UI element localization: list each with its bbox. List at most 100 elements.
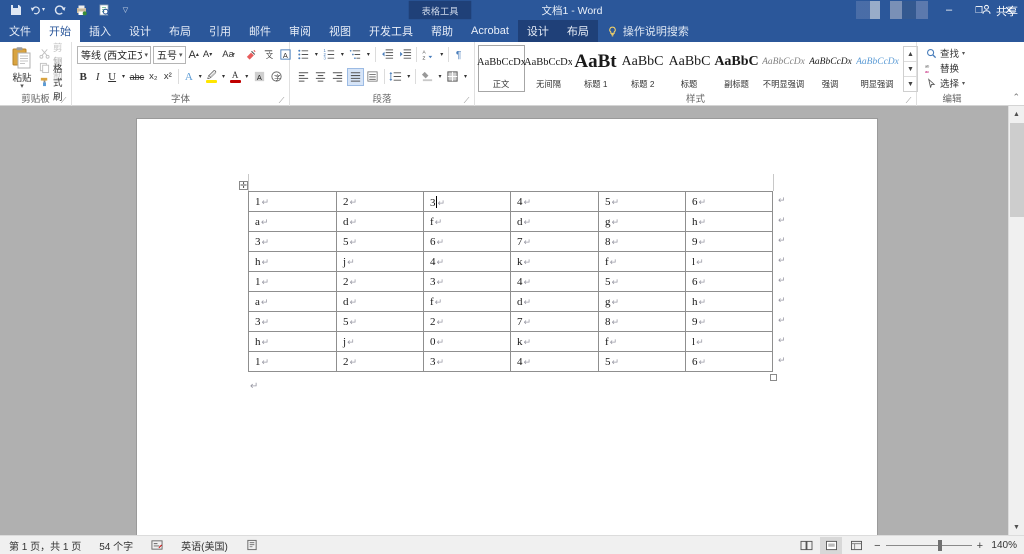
scroll-up-icon[interactable]: ▲ [1009,106,1024,122]
print-layout-view-button[interactable] [820,537,843,554]
table-cell[interactable]: f↵ [598,251,686,272]
document-table[interactable]: 1↵ 2↵ 3 ↵ 4↵ 5↵ 6↵ a↵ d↵ f↵ d↵ g↵ h↵ 3↵ 5↵ 6↵ 7↵ 8↵ 9↵ h↵ j↵… [248,191,773,372]
redo-icon[interactable] [52,3,67,18]
table-cell[interactable]: 2↵ [336,271,424,292]
sort-icon[interactable]: AZ [420,46,437,64]
paste-button[interactable]: 粘贴 ▾ [5,45,39,90]
tab-layout[interactable]: 布局 [160,20,200,42]
shading-dropdown-arrow[interactable]: ▾ [437,68,444,86]
zoom-track[interactable] [885,540,972,551]
table-row[interactable]: h↵ j↵ 0↵ k↵ f↵ l↵ [248,331,773,352]
table-cell[interactable]: 7↵ [510,231,599,252]
find-button[interactable]: 查找 ▾ [925,46,965,60]
change-case-icon[interactable]: Aa ▾ [221,46,236,64]
table-cell[interactable]: g↵ [598,211,686,232]
table-cell[interactable]: 4↵ [423,251,511,272]
bullets-icon[interactable] [295,46,312,64]
table-cell[interactable]: 3↵ [423,191,511,212]
font-color-icon[interactable]: A [229,68,242,86]
style-item-intense-emphasis[interactable]: AaBbCcDx 明显强调 [854,45,901,92]
table-resize-handle[interactable] [770,374,777,381]
tell-me-search[interactable]: 操作说明搜索 [598,20,698,42]
style-item-subtitle[interactable]: AaBbC 副标题 [713,45,760,92]
table-cell[interactable]: 5↵ [598,191,686,212]
select-dropdown-arrow[interactable]: ▾ [962,80,965,87]
style-item-no-spacing[interactable]: AaBbCcDx 无间隔 [524,45,573,92]
quick-print-icon[interactable] [74,3,89,18]
table-cell[interactable]: j↵ [336,251,424,272]
subscript-icon[interactable]: x₂ [147,68,159,86]
undo-icon[interactable]: ▾ [30,3,45,18]
table-cell[interactable]: a↵ [248,291,337,312]
table-cell[interactable]: 6↵ [423,231,511,252]
table-cell[interactable]: 2↵ [336,351,424,372]
table-row[interactable]: 3↵ 5↵ 2↵ 7↵ 8↵ 9↵ [248,311,773,332]
table-cell[interactable]: 8↵ [598,311,686,332]
table-row[interactable]: a↵ d↵ f↵ d↵ g↵ h↵ [248,291,773,312]
text-highlight-dropdown-arrow[interactable]: ▾ [220,68,226,86]
share-button[interactable]: 共享 [981,1,1018,21]
table-cell[interactable]: 3↵ [423,271,511,292]
borders-icon[interactable] [445,68,461,86]
read-mode-view-button[interactable] [795,537,817,554]
table-cell[interactable]: 5↵ [598,351,686,372]
character-shading-icon[interactable]: A [252,68,267,86]
table-cell[interactable]: h↵ [685,291,773,312]
font-color-dropdown-arrow[interactable]: ▾ [244,68,250,86]
print-preview-icon[interactable] [96,3,111,18]
zoom-in-button[interactable]: + [977,540,983,552]
numbering-dropdown-arrow[interactable]: ▾ [339,46,346,64]
customize-qat-icon[interactable]: ▽ [118,3,133,18]
paste-dropdown-arrow[interactable]: ▾ [20,83,24,90]
tab-mailings[interactable]: 邮件 [240,20,280,42]
table-cell[interactable]: 7↵ [510,311,599,332]
tab-developer[interactable]: 开发工具 [360,20,422,42]
table-cell[interactable]: 3↵ [423,351,511,372]
table-cell[interactable]: d↵ [336,291,424,312]
table-cell[interactable]: 3↵ [248,231,337,252]
table-cell[interactable]: l↵ [685,331,773,352]
table-cell[interactable]: 6↵ [685,191,773,212]
table-cell[interactable]: j↵ [336,331,424,352]
table-move-handle[interactable]: ✛ [239,181,248,190]
text-highlight-icon[interactable]: 🖉 [205,68,218,86]
table-cell[interactable]: 9↵ [685,311,773,332]
zoom-level[interactable]: 140% [990,540,1020,551]
zoom-slider[interactable]: − + [874,540,983,552]
decrease-indent-icon[interactable] [379,46,396,64]
table-row[interactable]: 3↵ 5↵ 6↵ 7↵ 8↵ 9↵ [248,231,773,252]
table-cell[interactable]: f↵ [423,211,511,232]
table-cell[interactable]: 2↵ [336,191,424,212]
page-indicator[interactable]: 第 1 页，共 1 页 [0,536,90,554]
line-spacing-dropdown-arrow[interactable]: ▾ [405,68,412,86]
styles-dialog-launcher[interactable]: ⟋ [904,96,913,105]
style-item-title[interactable]: AaBbC 标题 [666,45,713,92]
table-row[interactable]: 1↵2↵3↵4↵5↵6↵ [248,351,773,372]
table-cell[interactable]: 5↵ [336,311,424,332]
table-cell[interactable]: f↵ [423,291,511,312]
style-item-heading-1[interactable]: AaBt 标题 1 [572,45,619,92]
table-cell[interactable]: 4↵ [510,191,599,212]
borders-dropdown-arrow[interactable]: ▾ [462,68,469,86]
increase-indent-icon[interactable] [397,46,414,64]
strikethrough-icon[interactable]: abc [129,68,146,86]
table-row[interactable]: 1↵2↵3↵4↵5↵6↵ [248,191,773,212]
tab-table-design[interactable]: 设计 [517,20,558,42]
style-item-heading-2[interactable]: AaBbC 标题 2 [619,45,666,92]
language-indicator[interactable]: 英语(美国) [172,536,237,554]
zoom-thumb[interactable] [937,540,942,551]
table-cell[interactable]: d↵ [510,291,599,312]
table-cell[interactable]: 4↵ [510,351,599,372]
table-cell[interactable]: d↵ [336,211,424,232]
tab-references[interactable]: 引用 [200,20,240,42]
vertical-scrollbar[interactable]: ▲ ▼ [1008,106,1024,535]
style-item-subtle-emphasis[interactable]: AaBbCcDx 不明显强调 [760,45,807,92]
sort-dropdown-arrow[interactable]: ▾ [438,46,445,64]
web-layout-view-button[interactable] [845,537,867,554]
collapse-ribbon-icon[interactable]: ⌃ [1012,92,1020,103]
save-icon[interactable] [8,3,23,18]
tab-file[interactable]: 文件 [0,20,40,42]
tab-acrobat[interactable]: Acrobat [462,20,518,42]
table-cell[interactable]: h↵ [248,251,337,272]
table-cell[interactable]: g↵ [598,291,686,312]
